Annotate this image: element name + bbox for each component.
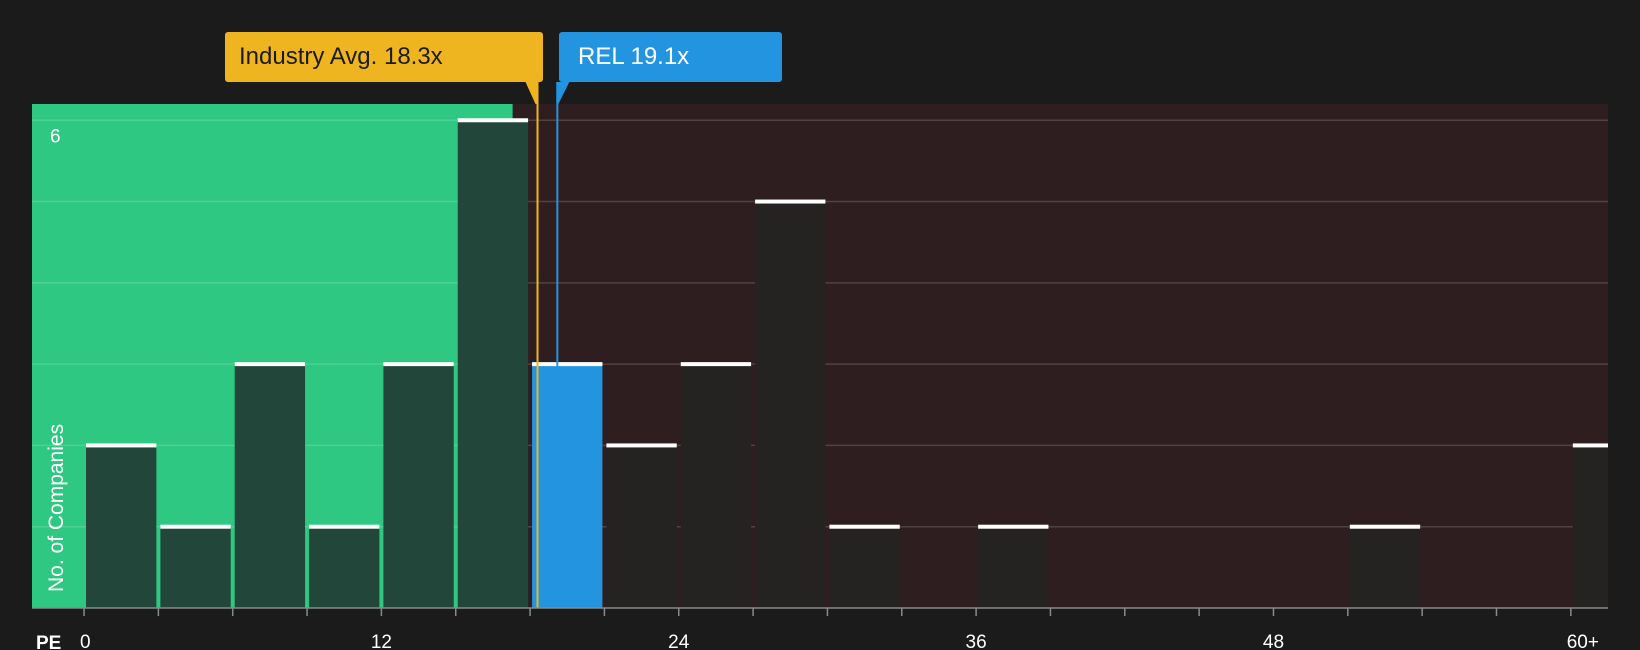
histogram-bar — [532, 364, 603, 608]
bar-cap — [755, 199, 826, 204]
bar-cap — [234, 362, 306, 367]
overvalued-region — [512, 104, 1609, 608]
bar-cap — [309, 524, 380, 529]
histogram-bar — [680, 364, 752, 608]
x-tick-label: 60+ — [1567, 632, 1599, 650]
bar-cap — [606, 443, 677, 448]
histogram-bar — [309, 526, 380, 608]
bar-cap — [829, 524, 900, 529]
bar-cap — [1572, 443, 1608, 448]
x-axis-label: PE — [36, 633, 61, 650]
histogram-bar — [234, 364, 306, 608]
x-tick-label: 48 — [1263, 632, 1284, 650]
y-tick-label: 6 — [50, 126, 61, 147]
bar-cap — [383, 362, 454, 367]
histogram-bar — [383, 364, 454, 608]
histogram-bar — [829, 526, 900, 608]
bar-cap — [680, 362, 752, 367]
pe-distribution-chart: No. of Companies PE 0 12 24 36 48 60+ 6 — [32, 82, 1609, 650]
bar-cap — [978, 524, 1049, 529]
bar-cap — [160, 524, 231, 529]
company-pe-callout: REL 19.1x — [559, 32, 782, 82]
bar-cap — [86, 443, 157, 448]
company-callout-pointer — [556, 82, 570, 104]
bar-cap — [457, 118, 529, 123]
x-tick-label: 12 — [371, 632, 392, 650]
histogram-bar — [457, 120, 529, 609]
x-tick-label: 24 — [668, 632, 690, 650]
histogram-bar — [606, 445, 677, 608]
bar-cap — [1349, 524, 1421, 529]
histogram-bar — [1572, 445, 1608, 608]
x-tick-label: 36 — [966, 632, 987, 650]
x-tick-label: 0 — [80, 632, 91, 650]
y-axis-label: No. of Companies — [45, 424, 68, 592]
histogram-bar — [86, 445, 157, 608]
histogram-bar — [160, 526, 231, 608]
histogram-bar — [978, 526, 1049, 608]
industry-callout-pointer — [525, 82, 538, 104]
histogram-bar — [1349, 526, 1421, 608]
industry-average-callout: Industry Avg. 18.3x — [225, 32, 543, 82]
histogram-bar — [755, 201, 826, 608]
bar-cap — [532, 362, 603, 367]
